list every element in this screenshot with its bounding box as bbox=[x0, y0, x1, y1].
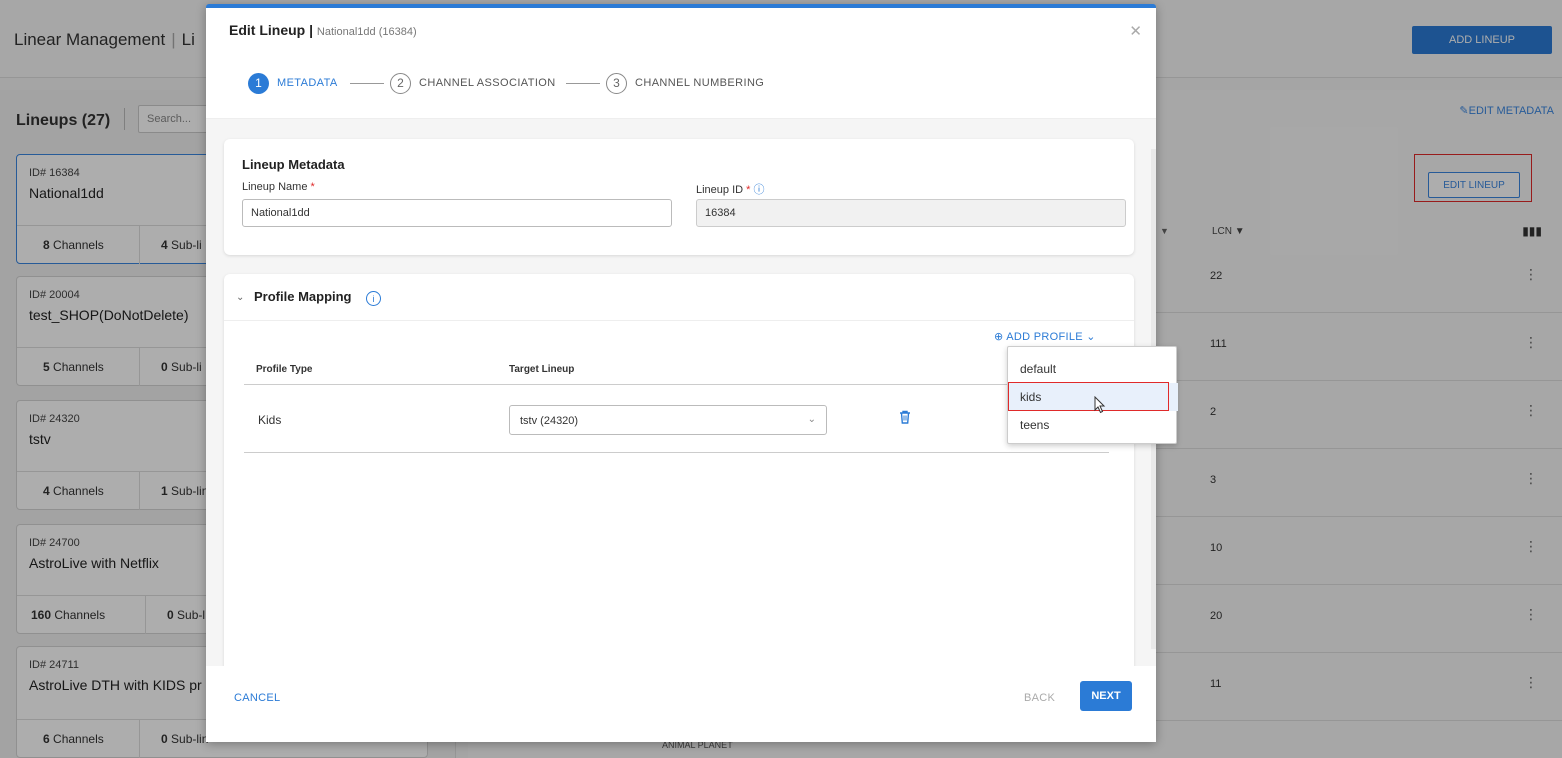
step-label: METADATA bbox=[277, 77, 338, 89]
lineup-id-label: Lineup ID * ⓘ bbox=[696, 181, 765, 197]
step-number: 1 bbox=[248, 72, 269, 94]
modal-title: Edit Lineup | National1dd (16384) bbox=[229, 22, 417, 38]
step-channel-association[interactable]: 2 CHANNEL ASSOCIATION bbox=[390, 72, 556, 94]
add-profile-label: ADD PROFILE bbox=[1006, 331, 1083, 343]
divider bbox=[244, 452, 1109, 453]
target-lineup-select[interactable]: tstv (24320) ⌄ bbox=[509, 405, 827, 435]
back-button[interactable]: BACK bbox=[1024, 692, 1055, 704]
lineup-id-label-text: Lineup ID bbox=[696, 184, 744, 196]
divider bbox=[244, 384, 1109, 385]
close-icon[interactable]: ✕ bbox=[1129, 22, 1142, 40]
target-lineup-value: tstv (24320) bbox=[520, 415, 579, 427]
chevron-down-icon: ⌄ bbox=[1086, 331, 1096, 343]
add-profile-button[interactable]: ⊕ ADD PROFILE ⌄ bbox=[994, 330, 1096, 343]
highlight-box bbox=[1008, 382, 1169, 411]
profile-type-cell: Kids bbox=[258, 413, 282, 427]
info-icon[interactable]: ⓘ bbox=[754, 184, 765, 196]
step-connector bbox=[350, 83, 384, 84]
step-number: 2 bbox=[390, 72, 411, 94]
chevron-down-icon[interactable]: ⌄ bbox=[236, 292, 244, 303]
step-connector bbox=[566, 83, 600, 84]
wizard-stepper: 1 METADATA 2 CHANNEL ASSOCIATION 3 CHANN… bbox=[248, 72, 808, 96]
step-label: CHANNEL NUMBERING bbox=[635, 77, 765, 89]
column-header-profile-type: Profile Type bbox=[256, 364, 313, 375]
info-icon[interactable]: i bbox=[366, 291, 381, 306]
modal-title-text: Edit Lineup bbox=[229, 22, 306, 38]
step-label: CHANNEL ASSOCIATION bbox=[419, 77, 556, 89]
mouse-cursor-icon bbox=[1094, 395, 1106, 417]
menu-item-teens[interactable]: teens bbox=[1008, 411, 1178, 439]
chevron-down-icon: ⌄ bbox=[807, 414, 816, 425]
lineup-metadata-card: Lineup Metadata Lineup Name * National1d… bbox=[224, 139, 1134, 255]
profile-mapping-card: ⌄ Profile Mapping i ⊕ ADD PROFILE ⌄ Prof… bbox=[224, 274, 1134, 670]
modal-footer: CANCEL BACK NEXT bbox=[206, 666, 1156, 742]
metadata-heading: Lineup Metadata bbox=[242, 157, 345, 172]
step-metadata[interactable]: 1 METADATA bbox=[248, 72, 338, 94]
required-asterisk: * bbox=[746, 184, 751, 196]
modal-subtitle: National1dd (16384) bbox=[316, 26, 417, 38]
cancel-button[interactable]: CANCEL bbox=[234, 692, 280, 704]
menu-item-default[interactable]: default bbox=[1008, 355, 1178, 383]
lineup-id-input: 16384 bbox=[696, 199, 1126, 227]
required-asterisk: * bbox=[310, 181, 315, 193]
add-circle-icon: ⊕ bbox=[994, 331, 1004, 343]
step-channel-numbering[interactable]: 3 CHANNEL NUMBERING bbox=[606, 72, 764, 94]
trash-icon[interactable] bbox=[899, 410, 911, 427]
profile-mapping-header[interactable]: ⌄ Profile Mapping i bbox=[224, 274, 1134, 321]
profile-mapping-title: Profile Mapping bbox=[254, 289, 352, 304]
step-number: 3 bbox=[606, 72, 627, 94]
next-button[interactable]: NEXT bbox=[1080, 681, 1132, 711]
lineup-name-label: Lineup Name * bbox=[242, 181, 315, 193]
lineup-name-input[interactable]: National1dd bbox=[242, 199, 672, 227]
column-header-target-lineup: Target Lineup bbox=[509, 364, 575, 375]
lineup-name-label-text: Lineup Name bbox=[242, 181, 308, 193]
